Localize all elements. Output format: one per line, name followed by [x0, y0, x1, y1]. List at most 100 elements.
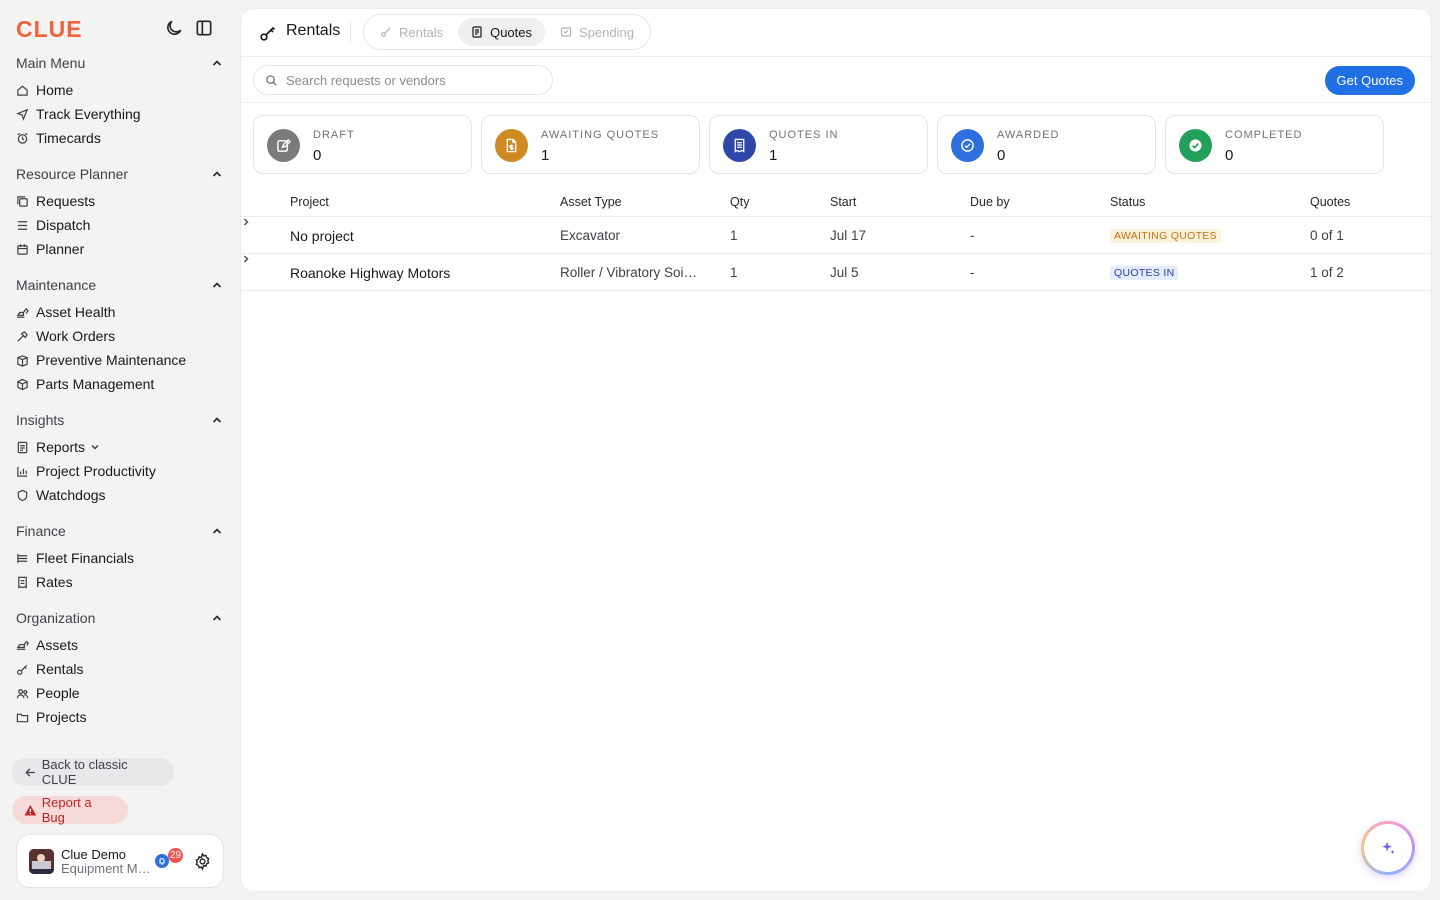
- sidebar-item-people[interactable]: People: [0, 681, 240, 705]
- sidebar-item-planner[interactable]: Planner: [0, 237, 240, 261]
- sidebar-item-rentals[interactable]: Rentals: [0, 657, 240, 681]
- sidebar-item-label: Fleet Financials: [36, 550, 135, 566]
- search-input[interactable]: [286, 72, 536, 88]
- column-header-project[interactable]: Project: [290, 195, 329, 209]
- sidebar-item-reports[interactable]: Reports: [0, 435, 240, 459]
- sidebar-item-rates[interactable]: Rates: [0, 570, 240, 594]
- sidebar-item-watchdogs[interactable]: Watchdogs: [0, 483, 240, 507]
- arrow-left-icon: [25, 767, 35, 777]
- page-title: Rentals: [286, 22, 341, 39]
- stat-card-draft[interactable]: DRAFT 0: [253, 115, 472, 174]
- view-tabs: Rentals Quotes Spending: [363, 14, 651, 50]
- column-header-qty[interactable]: Qty: [730, 195, 749, 209]
- header-divider: [350, 22, 351, 43]
- chevron-right-icon[interactable]: [241, 217, 251, 227]
- tab-label: Spending: [579, 24, 634, 40]
- excavator-icon: [16, 307, 29, 318]
- user-name: Clue Demo: [61, 847, 127, 862]
- key-icon: [17, 664, 28, 675]
- stat-label: QUOTES IN: [769, 129, 839, 141]
- chevron-right-icon[interactable]: [241, 254, 251, 264]
- stat-card-awarded[interactable]: AWARDED 0: [937, 115, 1156, 174]
- sidebar-item-requests[interactable]: Requests: [0, 189, 240, 213]
- cell-qty: 1: [730, 265, 738, 280]
- section-title: Main Menu: [16, 55, 86, 71]
- sidebar-item-timecards[interactable]: Timecards: [0, 126, 240, 150]
- gear-icon[interactable]: [193, 852, 212, 871]
- theme-toggle-moon-icon[interactable]: [164, 18, 184, 38]
- sidebar-item-assets[interactable]: Assets: [0, 633, 240, 657]
- container-icon: [17, 354, 28, 367]
- section-header-resource-planner[interactable]: Resource Planner: [0, 162, 240, 186]
- section-header-maintenance[interactable]: Maintenance: [0, 273, 240, 297]
- sidebar-item-fleet-financials[interactable]: Fleet Financials: [0, 546, 240, 570]
- section-header-organization[interactable]: Organization: [0, 606, 240, 630]
- bell-icon[interactable]: [155, 854, 169, 868]
- stat-count: 0: [997, 147, 1006, 164]
- check-circle-icon: [1179, 129, 1212, 162]
- column-header-status[interactable]: Status: [1110, 195, 1145, 209]
- receipt-icon: [18, 576, 27, 589]
- sidebar-item-asset-health[interactable]: Asset Health: [0, 300, 240, 324]
- sidebar-item-work-orders[interactable]: Work Orders: [0, 324, 240, 348]
- folder-icon: [16, 713, 29, 722]
- key-icon: [259, 24, 277, 42]
- nav-section-resource-planner: Resource Planner Requests Dispatch Plann…: [0, 162, 240, 261]
- stat-card-awaiting-quotes[interactable]: AWAITING QUOTES 1: [481, 115, 700, 174]
- cell-asset-type: Excavator: [560, 228, 621, 243]
- cell-start: Jul 5: [830, 265, 859, 280]
- column-header-due-by[interactable]: Due by: [970, 195, 1010, 209]
- stat-count: 1: [769, 147, 778, 164]
- loader-icon: [16, 640, 29, 650]
- stat-label: AWAITING QUOTES: [541, 129, 660, 141]
- tab-rentals[interactable]: Rentals: [367, 18, 456, 46]
- sidebar-item-label: Projects: [36, 709, 87, 725]
- sidebar-item-project-productivity[interactable]: Project Productivity: [0, 459, 240, 483]
- ai-assistant-button[interactable]: [1361, 821, 1415, 875]
- tab-spending[interactable]: Spending: [547, 18, 647, 46]
- user-card[interactable]: Clue Demo Equipment Manager 29: [16, 834, 224, 888]
- column-header-asset-type[interactable]: Asset Type: [560, 195, 622, 209]
- sidebar-item-home[interactable]: Home: [0, 78, 240, 102]
- cell-project: No project: [290, 228, 354, 244]
- copy-icon: [17, 195, 28, 207]
- sidebar-item-preventive-maintenance[interactable]: Preventive Maintenance: [0, 348, 240, 372]
- sidebar-item-label: Reports: [36, 439, 86, 455]
- cell-due-by: -: [970, 265, 975, 280]
- status-badge: AWAITING QUOTES: [1110, 229, 1221, 243]
- status-summary-cards: DRAFT 0 AWAITING QUOTES 1 QUOTES IN 1 AW…: [253, 115, 1384, 174]
- column-header-quotes[interactable]: Quotes: [1310, 195, 1350, 209]
- section-title: Resource Planner: [16, 166, 129, 182]
- cell-due-by: -: [970, 228, 975, 243]
- app-logo[interactable]: CLUE: [16, 16, 83, 43]
- tab-quotes[interactable]: Quotes: [458, 18, 545, 46]
- stat-card-completed[interactable]: COMPLETED 0: [1165, 115, 1384, 174]
- nav-section-finance: Finance Fleet Financials Rates: [0, 519, 240, 594]
- report-bug-button[interactable]: Report a Bug: [12, 795, 128, 825]
- chevron-down-icon: [91, 444, 99, 450]
- sidebar-item-label: Rates: [36, 574, 73, 590]
- get-quotes-button[interactable]: Get Quotes: [1324, 66, 1415, 95]
- sidebar-item-dispatch[interactable]: Dispatch: [0, 213, 240, 237]
- sidebar-item-label: Work Orders: [36, 328, 116, 344]
- section-header-insights[interactable]: Insights: [0, 408, 240, 432]
- tab-label: Rentals: [399, 24, 444, 40]
- section-header-finance[interactable]: Finance: [0, 519, 240, 543]
- stat-card-quotes-in[interactable]: QUOTES IN 1: [709, 115, 928, 174]
- sidebar-item-projects[interactable]: Projects: [0, 705, 240, 729]
- table-row[interactable]: Roanoke Highway Motors Roller / Vibrator…: [241, 254, 1431, 291]
- column-header-start[interactable]: Start: [830, 195, 856, 209]
- chevron-up-icon: [212, 60, 222, 66]
- table-row[interactable]: No project Excavator 1 Jul 17 - AWAITING…: [241, 217, 1431, 254]
- back-to-classic-button[interactable]: Back to classic CLUE: [12, 757, 174, 787]
- sidebar-item-label: Assets: [36, 637, 79, 653]
- sidebar-item-label: Track Everything: [36, 106, 141, 122]
- sidebar: CLUE Main Menu Home Track Everything Tim…: [0, 0, 240, 900]
- sidebar-toggle-icon[interactable]: [194, 18, 214, 38]
- sidebar-item-parts-management[interactable]: Parts Management: [0, 372, 240, 396]
- section-header-main-menu[interactable]: Main Menu: [0, 51, 240, 75]
- cell-project: Roanoke Highway Motors: [290, 265, 451, 281]
- cell-qty: 1: [730, 228, 738, 243]
- nav-section-organization: Organization Assets Rentals People Proje…: [0, 606, 240, 729]
- sidebar-item-track-everything[interactable]: Track Everything: [0, 102, 240, 126]
